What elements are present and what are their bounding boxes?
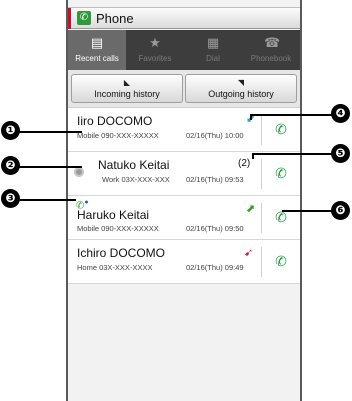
caller-name: Ichiro DOCOMO	[77, 246, 166, 260]
caller-number: Mobile 090-XXX-XXXXX	[77, 131, 159, 140]
callout-2-leader	[16, 166, 82, 168]
callout-3: ❸	[1, 189, 20, 208]
caller-number: Work 03X-XXX-XXX	[102, 175, 170, 184]
tab-label: Recent calls	[75, 54, 119, 63]
tab-label: Dial	[206, 54, 220, 63]
call-log-row[interactable]: Natuko Keitai Work 03X-XXX-XXX (2) 02/16…	[68, 152, 300, 196]
callout-5: ❺	[331, 144, 350, 163]
title-bar: ✆ Phone	[68, 7, 300, 29]
callout-1-leader	[16, 131, 82, 133]
missed-arrow-icon: ➹	[244, 247, 254, 259]
callout-5-leader-tick	[252, 153, 254, 159]
row-divider	[261, 247, 262, 277]
callout-2: ❷	[1, 156, 20, 175]
incoming-history-button[interactable]: ◣ Incoming history	[71, 74, 183, 103]
outgoing-history-icon: ◥	[237, 78, 245, 87]
caller-name: Natuko Keitai	[98, 158, 170, 172]
phone-app-icon: ✆	[77, 11, 91, 25]
list-icon: ▤	[90, 35, 104, 50]
call-log-row[interactable]: ✆● Haruko Keitai Mobile 090-XXX-XXXXX ⬈ …	[68, 196, 300, 240]
outgoing-history-label: Outgoing history	[208, 89, 274, 99]
caller-name: Iiro DOCOMO	[77, 114, 153, 128]
callout-6: ❻	[331, 201, 350, 220]
incoming-history-icon: ◣	[123, 78, 131, 87]
row-divider	[261, 159, 262, 189]
dialpad-icon: ▦	[206, 35, 220, 50]
phonebook-icon: ☎	[264, 35, 281, 50]
callout-4: ❹	[331, 104, 350, 123]
incoming-arrow-icon: ⬈	[246, 203, 256, 215]
call-log-row[interactable]: Ichiro DOCOMO Home 03X-XXX-XXXX ➹ 02/16(…	[68, 240, 300, 284]
call-count: (2)	[238, 158, 251, 169]
tab-dial[interactable]: ▦ Dial	[184, 30, 242, 70]
call-time: 02/16(Thu) 09:49	[186, 263, 244, 272]
tab-phonebook[interactable]: ☎ Phonebook	[242, 30, 300, 70]
tab-favorites[interactable]: ★ Favorites	[126, 30, 184, 70]
caller-name: Haruko Keitai	[77, 208, 150, 222]
callout-4-leader	[250, 114, 335, 116]
tab-label: Favorites	[138, 54, 172, 63]
caller-number: Mobile 090-XXX-XXXXX	[77, 224, 159, 233]
star-icon: ★	[149, 35, 161, 50]
call-time: 02/16(Thu) 09:53	[186, 175, 244, 184]
phone-screen: ✆ Phone ▤ Recent calls ★ Favorites ▦ Dia…	[66, 0, 302, 401]
unread-indicator-icon	[74, 167, 84, 177]
app-title: Phone	[96, 11, 134, 26]
call-button[interactable]: ✆	[274, 164, 288, 182]
callout-5-leader	[252, 153, 335, 155]
call-time: 02/16(Thu) 10:00	[186, 131, 244, 140]
row-divider	[261, 203, 262, 233]
call-log-list: Iiro DOCOMO Mobile 090-XXX-XXXXX ⬋ 02/16…	[68, 108, 300, 284]
callout-6-leader	[282, 210, 335, 212]
call-time: 02/16(Thu) 09:50	[186, 224, 244, 233]
callout-1: ❶	[1, 121, 20, 140]
outgoing-history-button[interactable]: ◥ Outgoing history	[185, 74, 297, 103]
history-bar: ◣ Incoming history ◥ Outgoing history	[68, 70, 300, 108]
tab-strip: ▤ Recent calls ★ Favorites ▦ Dial ☎ Phon…	[68, 30, 300, 70]
callout-4-leader-tick	[250, 114, 252, 120]
tab-recent-calls[interactable]: ▤ Recent calls	[68, 30, 126, 70]
caller-number: Home 03X-XXX-XXXX	[77, 263, 153, 272]
callout-3-leader	[16, 199, 76, 201]
call-button[interactable]: ✆	[274, 252, 288, 270]
incoming-history-label: Incoming history	[94, 89, 160, 99]
call-button[interactable]: ✆	[274, 120, 288, 138]
row-divider	[261, 115, 262, 145]
tab-label: Phonebook	[250, 54, 292, 63]
title-accent	[68, 8, 71, 29]
